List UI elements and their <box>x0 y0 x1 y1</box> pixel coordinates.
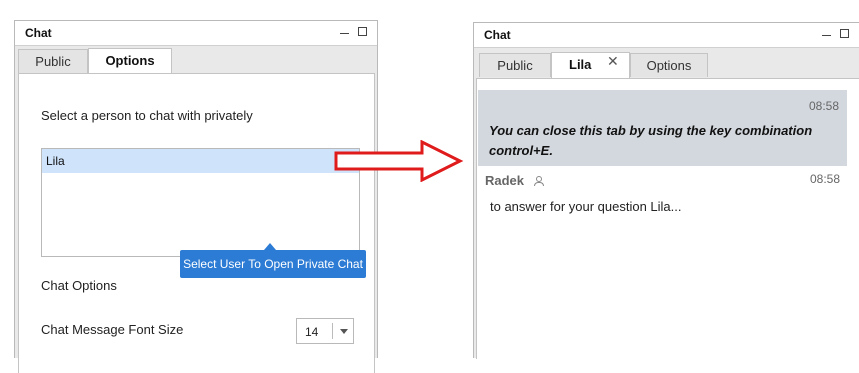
window-titlebar: Chat <box>15 21 377 46</box>
options-pane: Select a person to chat with privately L… <box>18 73 375 373</box>
tooltip: Select User To Open Private Chat <box>180 243 366 278</box>
dropdown-arrow-icon[interactable] <box>340 329 348 334</box>
font-size-value: 14 <box>305 325 319 339</box>
font-size-label: Chat Message Font Size <box>41 322 184 337</box>
select-divider <box>332 323 333 339</box>
right-arrow-icon <box>334 140 464 182</box>
minimize-icon[interactable] <box>339 33 349 35</box>
chat-pane: 08:58 You can close this tab by using th… <box>476 78 859 359</box>
notice-text: You can close this tab by using the key … <box>489 123 813 158</box>
chat-options-heading: Chat Options <box>41 278 117 293</box>
chat-window-options: Chat Public Options Select a person to c… <box>14 20 378 373</box>
chat-window-private: Chat Public Lila ✕ Options 08:58 You can… <box>473 22 859 359</box>
message-time: 08:58 <box>809 172 840 186</box>
window-titlebar: Chat <box>474 23 859 48</box>
message-text: to answer for your question Lila... <box>490 199 682 214</box>
tab-public[interactable]: Public <box>18 49 88 73</box>
tab-public[interactable]: Public <box>479 53 551 77</box>
maximize-icon[interactable] <box>358 27 367 37</box>
notice-time: 08:58 <box>808 99 839 113</box>
message-header: Radek 08:58 <box>485 172 840 190</box>
tab-options[interactable]: Options <box>88 48 172 74</box>
maximize-icon[interactable] <box>840 29 849 39</box>
tab-lila-label: Lila <box>569 57 592 72</box>
tooltip-pointer <box>264 243 276 250</box>
user-list-item[interactable]: Lila <box>42 149 359 173</box>
user-list[interactable]: Lila <box>41 148 360 257</box>
minimize-icon[interactable] <box>821 35 831 37</box>
tab-lila[interactable]: Lila ✕ <box>551 52 630 79</box>
user-icon[interactable] <box>534 176 545 186</box>
system-notice: 08:58 You can close this tab by using th… <box>478 90 847 166</box>
tab-options[interactable]: Options <box>630 53 708 77</box>
message-sender: Radek <box>485 173 525 188</box>
window-title: Chat <box>484 28 511 42</box>
tooltip-text: Select User To Open Private Chat <box>183 257 363 271</box>
font-size-select[interactable]: 14 <box>296 318 354 344</box>
close-tab-icon[interactable]: ✕ <box>607 49 619 73</box>
select-person-label: Select a person to chat with privately <box>41 108 253 123</box>
window-title: Chat <box>25 26 52 40</box>
